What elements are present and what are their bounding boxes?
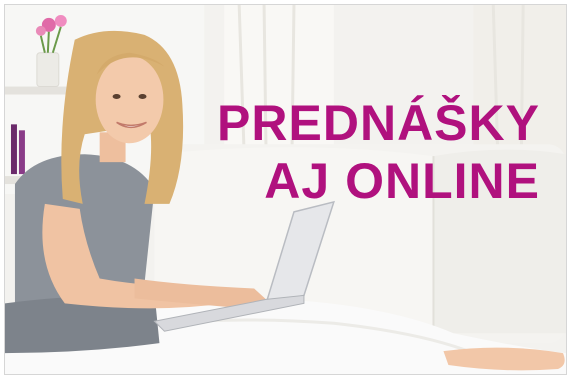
vase bbox=[36, 52, 60, 88]
headline: PREDNÁŠKY AJ ONLINE bbox=[217, 95, 540, 210]
face bbox=[95, 55, 164, 144]
headline-line-2: AJ ONLINE bbox=[264, 152, 540, 209]
headline-line-1: PREDNÁŠKY bbox=[217, 95, 540, 151]
promo-banner[interactable]: PREDNÁŠKY AJ ONLINE bbox=[4, 4, 567, 375]
